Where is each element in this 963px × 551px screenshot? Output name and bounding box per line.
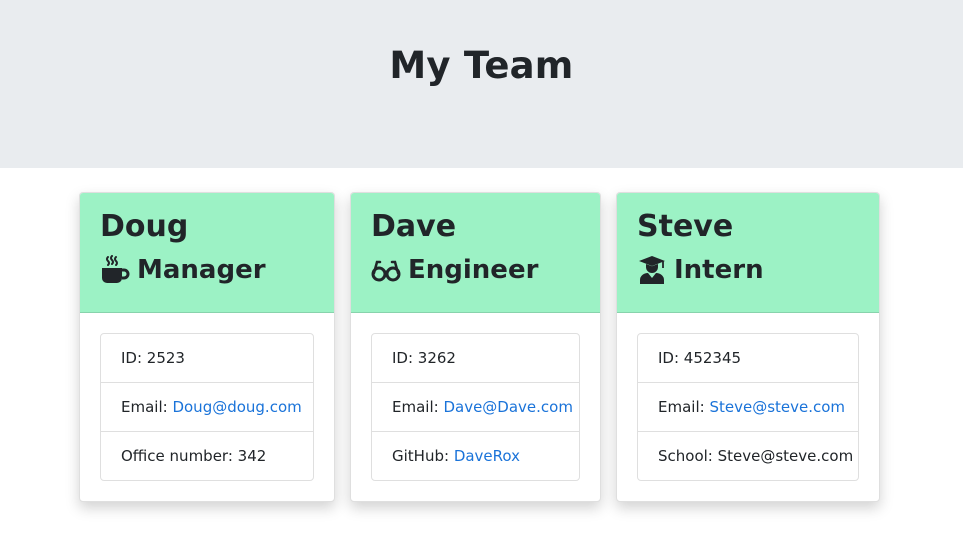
role-label: Manager [137, 255, 266, 285]
glasses-icon [371, 255, 401, 285]
employee-role: Intern [637, 253, 879, 287]
employee-id: 2523 [146, 349, 185, 367]
info-list: ID: 2523 Email: Doug@doug.com Office num… [100, 333, 314, 481]
card-header: Doug Manager [80, 193, 334, 313]
school-name: Steve@steve.com [717, 447, 854, 465]
role-label: Engineer [408, 255, 539, 285]
employee-name: Doug [100, 209, 189, 244]
info-list: ID: 3262 Email: Dave@Dave.com GitHub: Da… [371, 333, 580, 481]
coffee-icon [100, 255, 130, 285]
employee-name: Steve [637, 209, 734, 244]
list-item-email: Email: Doug@doug.com [101, 383, 313, 432]
employee-id: 452345 [683, 349, 742, 367]
employee-name: Dave [371, 209, 457, 244]
list-item-office: Office number: 342 [121, 447, 267, 465]
list-item-email: Email: Dave@Dave.com [372, 383, 579, 432]
graduate-icon [637, 255, 667, 285]
email-link[interactable]: Doug@doug.com [172, 398, 301, 416]
list-item-github: GitHub: DaveRox [392, 447, 521, 465]
page-title: My Team [389, 43, 574, 87]
employee-role: Engineer [371, 253, 600, 287]
employee-card-engineer: Dave Engineer ID: 3262 Email: Dave@Dave.… [350, 192, 601, 502]
list-item-id: ID: 2523 [101, 334, 313, 383]
employee-id: 3262 [417, 349, 456, 367]
email-link[interactable]: Dave@Dave.com [443, 398, 573, 416]
employee-card-manager: Doug Manager ID: 2523 Email: Doug@doug.c… [79, 192, 335, 502]
employee-card-intern: Steve Intern ID: 452345 Email: Steve@ste… [616, 192, 880, 502]
card-header: Steve Intern [617, 193, 879, 313]
list-item-id: ID: 3262 [372, 334, 579, 383]
card-header: Dave Engineer [351, 193, 600, 313]
list-item-id: ID: 452345 [638, 334, 858, 383]
email-link[interactable]: Steve@steve.com [709, 398, 845, 416]
list-item-email: Email: Steve@steve.com [638, 383, 858, 432]
info-list: ID: 452345 Email: Steve@steve.com School… [637, 333, 859, 481]
page-header: My Team [0, 0, 963, 168]
role-label: Intern [674, 255, 764, 285]
employee-role: Manager [100, 253, 334, 287]
list-item-school: School: Steve@steve.com [658, 447, 854, 465]
office-number: 342 [237, 447, 267, 465]
github-link[interactable]: DaveRox [454, 447, 520, 465]
